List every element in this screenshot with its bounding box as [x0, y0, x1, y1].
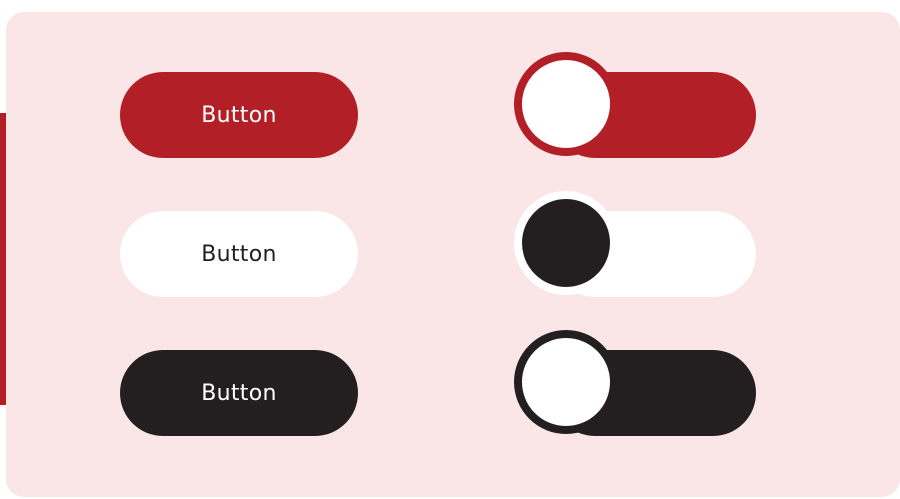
ui-kit-canvas: Button Button Button — [0, 0, 900, 499]
toggle-knob — [514, 191, 618, 295]
red-button[interactable]: Button — [120, 72, 358, 158]
toggle-knob — [514, 330, 618, 434]
black-toggle-switch[interactable] — [512, 330, 758, 454]
toggle-knob — [514, 52, 618, 156]
white-button[interactable]: Button — [120, 211, 358, 297]
red-toggle-switch[interactable] — [512, 52, 758, 176]
white-toggle-switch[interactable] — [512, 191, 758, 315]
black-button[interactable]: Button — [120, 350, 358, 436]
